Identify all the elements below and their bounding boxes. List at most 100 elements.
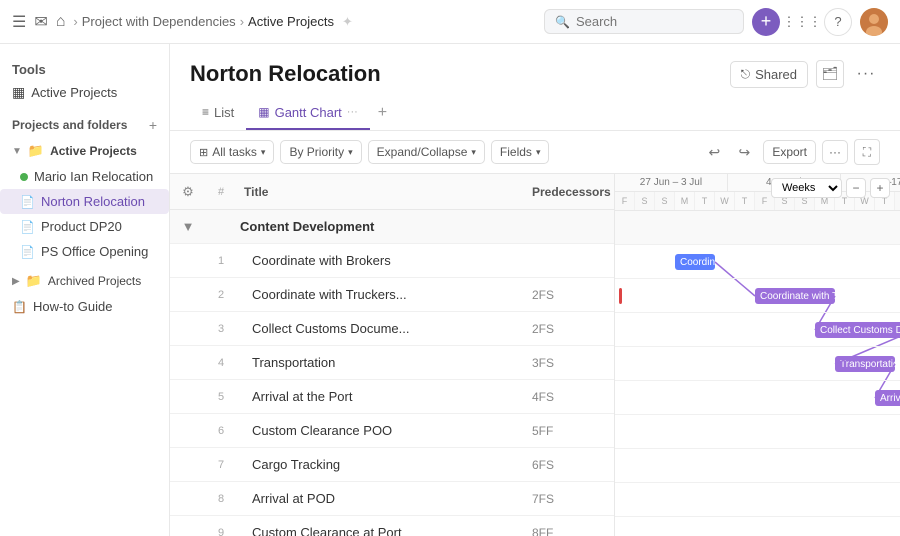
tab-gantt[interactable]: ▦ Gantt Chart ···	[246, 97, 370, 130]
topbar: ☰ ✉ ⌂ › Project with Dependencies › Acti…	[0, 0, 900, 44]
search-bar[interactable]: 🔍	[544, 9, 744, 34]
projects-and-folders-header[interactable]: Projects and folders +	[0, 112, 169, 138]
sidebar-how-to[interactable]: 📋 How-to Guide	[0, 294, 169, 319]
fields-button[interactable]: Fields ▾	[491, 140, 550, 164]
task-title-3[interactable]: Collect Customs Docume...	[236, 321, 524, 336]
zoom-out-button[interactable]: −	[846, 178, 866, 198]
gantt-right-panel: Weeks Days Months − + 27 Jun – 3 Jul 4-1…	[615, 174, 900, 536]
gantt-chart: 27 Jun – 3 Jul 4-10 Jul 11–17 Jul 18–24 …	[615, 174, 900, 536]
task-title-8[interactable]: Arrival at POD	[236, 491, 524, 506]
menu-icon[interactable]: ☰	[12, 12, 26, 32]
page-title: Norton Relocation	[190, 61, 381, 87]
day-cell: W	[715, 192, 735, 210]
group-title: Content Development	[236, 219, 614, 234]
task-num-5: 5	[206, 391, 236, 403]
task-pred-8: 7FS	[524, 492, 614, 506]
list-icon: ≡	[202, 105, 209, 119]
task-title-4[interactable]: Transportation	[236, 355, 524, 370]
search-input[interactable]	[576, 14, 726, 29]
sidebar-product-dp20[interactable]: 📄 Product DP20	[0, 214, 169, 239]
sidebar-ps-office[interactable]: 📄 PS Office Opening	[0, 239, 169, 264]
breadcrumb-item1[interactable]: Project with Dependencies	[82, 14, 236, 29]
archive-button[interactable]: 🗂	[816, 60, 844, 88]
add-project-icon[interactable]: +	[149, 117, 157, 133]
fullscreen-button[interactable]: ⛶	[854, 139, 880, 165]
topbar-actions: + ⋮⋮⋮ ?	[752, 8, 888, 36]
page-icon3: 📄	[20, 245, 35, 259]
task-title-1[interactable]: Coordinate with Brokers	[236, 253, 524, 268]
grid-icon[interactable]: ⋮⋮⋮	[788, 8, 816, 36]
tabs: ≡ List ▦ Gantt Chart ··· +	[170, 96, 900, 131]
sidebar-active-projects-group[interactable]: ▼ 📁 Active Projects	[0, 138, 169, 164]
grid-icon: ▦	[12, 84, 25, 101]
tab-list-label: List	[214, 105, 234, 120]
gantt-row-6	[615, 415, 900, 449]
zoom-in-button[interactable]: +	[870, 178, 890, 198]
export-button[interactable]: Export	[763, 140, 816, 164]
sidebar: Tools ▦ Active Projects Projects and fol…	[0, 44, 170, 536]
folder-archived-icon: 📁	[26, 273, 42, 289]
folder-icon-active: 📁	[28, 143, 44, 159]
toolbar: ⊞ All tasks ▾ By Priority ▾ Expand/Colla…	[170, 131, 900, 174]
help-icon[interactable]: ?	[824, 8, 852, 36]
gantt-row-5	[615, 381, 900, 415]
table-row: 8 Arrival at POD 7FS	[170, 482, 614, 516]
table-row: 4 Transportation 3FS	[170, 346, 614, 380]
dots-icon: ···	[857, 65, 876, 83]
task-num-3: 3	[206, 323, 236, 335]
breadcrumb: › Project with Dependencies › Active Pro…	[73, 14, 353, 30]
priority-chevron: ▾	[348, 147, 353, 158]
sidebar-item-label: Active Projects	[31, 85, 117, 100]
gantt-container: ⚙ # Title Predecessors ▼ Content Develop…	[170, 174, 900, 536]
label-mario: Mario Ian Relocation	[34, 169, 153, 184]
priority-button[interactable]: By Priority ▾	[280, 140, 361, 164]
week-navigation: Weeks Days Months − +	[771, 178, 890, 198]
sidebar-archived-projects[interactable]: ▶ 📁 Archived Projects	[0, 268, 169, 294]
shared-label: Shared	[755, 67, 797, 82]
table-row: 6 Custom Clearance POO 5FF	[170, 414, 614, 448]
tab-more-icon[interactable]: ···	[347, 106, 358, 118]
sidebar-norton-relocation[interactable]: 📄 Norton Relocation	[0, 189, 169, 214]
avatar[interactable]	[860, 8, 888, 36]
breadcrumb-item2: Active Projects	[248, 14, 334, 29]
day-cell: S	[655, 192, 675, 210]
day-cell: F	[615, 192, 635, 210]
more-toolbar-button[interactable]: ···	[822, 140, 848, 164]
pin-icon[interactable]: ✦	[342, 14, 353, 30]
sidebar-item-active-projects[interactable]: ▦ Active Projects	[0, 79, 169, 106]
task-num-2: 2	[206, 289, 236, 301]
expand-button[interactable]: Expand/Collapse ▾	[368, 140, 485, 164]
table-row: 5 Arrival at the Port 4FS	[170, 380, 614, 414]
home-icon[interactable]: ⌂	[56, 13, 66, 31]
more-options-button[interactable]: ···	[852, 60, 880, 88]
how-to-label: How-to Guide	[33, 299, 112, 314]
mail-icon[interactable]: ✉	[34, 12, 47, 32]
add-tab-button[interactable]: +	[370, 96, 395, 130]
table-row: 1 Coordinate with Brokers	[170, 244, 614, 278]
tab-gantt-label: Gantt Chart	[275, 105, 342, 120]
undo-button[interactable]: ↩	[701, 139, 727, 165]
add-button[interactable]: +	[752, 8, 780, 36]
task-title-2[interactable]: Coordinate with Truckers...	[236, 287, 524, 302]
fields-chevron: ▾	[536, 147, 541, 158]
active-projects-label: Active Projects	[50, 144, 137, 158]
sidebar-mario-relocation[interactable]: Mario Ian Relocation	[0, 164, 169, 189]
task-title-6[interactable]: Custom Clearance POO	[236, 423, 524, 438]
task-pred-7: 6FS	[524, 458, 614, 472]
filter-button[interactable]: ⊞ All tasks ▾	[190, 140, 274, 164]
expand-label: Expand/Collapse	[377, 145, 468, 159]
tab-list[interactable]: ≡ List	[190, 97, 246, 130]
shared-button[interactable]: ⎋ Shared	[730, 61, 808, 88]
content-area: Norton Relocation ⎋ Shared 🗂 ··· ≡ List	[170, 44, 900, 536]
redo-button[interactable]: ↪	[731, 139, 757, 165]
task-title-9[interactable]: Custom Clearance at Port	[236, 525, 524, 536]
export-label: Export	[772, 145, 807, 159]
settings-col[interactable]: ⚙	[170, 184, 206, 200]
task-pred-6: 5FF	[524, 424, 614, 438]
gantt-row-8	[615, 483, 900, 517]
week-view-select[interactable]: Weeks Days Months	[771, 178, 842, 198]
task-title-5[interactable]: Arrival at the Port	[236, 389, 524, 404]
task-title-7[interactable]: Cargo Tracking	[236, 457, 524, 472]
group-expand-icon[interactable]: ▼	[170, 219, 206, 234]
content-header: Norton Relocation ⎋ Shared 🗂 ···	[170, 44, 900, 88]
